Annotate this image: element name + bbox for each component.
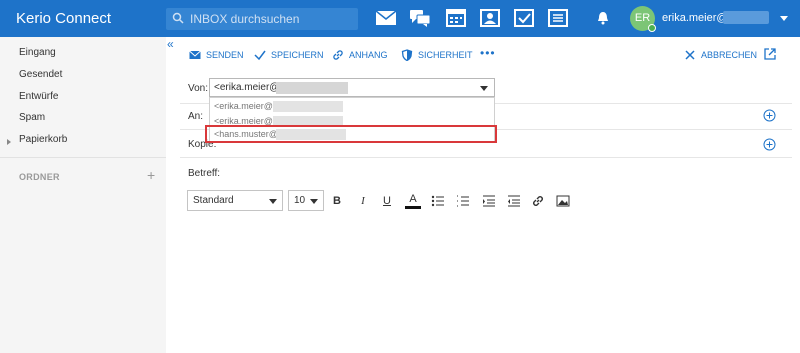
sidebar-item-trash[interactable]: Papierkorb bbox=[19, 134, 67, 145]
notes-icon[interactable] bbox=[547, 8, 569, 28]
add-cc-icon[interactable] bbox=[763, 138, 776, 151]
security-label: SICHERHEIT bbox=[418, 50, 473, 60]
italic-button[interactable]: I bbox=[355, 193, 371, 209]
security-button[interactable]: SICHERHEIT bbox=[401, 48, 473, 62]
selection-highlight bbox=[205, 125, 497, 143]
cancel-label: ABBRECHEN bbox=[701, 50, 758, 60]
underline-button[interactable]: U bbox=[379, 193, 395, 209]
send-button[interactable]: SENDEN bbox=[189, 48, 244, 62]
avatar-initials: ER bbox=[634, 12, 651, 24]
redacted-domain bbox=[723, 11, 769, 24]
link-icon[interactable] bbox=[530, 193, 546, 209]
close-icon bbox=[685, 50, 695, 60]
chat-icon[interactable] bbox=[409, 8, 431, 28]
online-status-dot bbox=[648, 24, 656, 32]
folders-heading: ORDNER bbox=[19, 172, 60, 182]
chevron-down-icon bbox=[269, 199, 277, 204]
font-family-value: Standard bbox=[193, 195, 234, 206]
more-options-button[interactable]: ••• bbox=[480, 46, 496, 60]
sidebar-item-inbox[interactable]: Eingang bbox=[19, 47, 56, 58]
to-label: An: bbox=[188, 111, 204, 122]
message-body-editor[interactable] bbox=[166, 218, 800, 353]
search-box[interactable] bbox=[166, 8, 358, 30]
attach-button[interactable]: ANHANG bbox=[332, 48, 388, 62]
send-label: SENDEN bbox=[206, 50, 244, 60]
chevron-down-icon[interactable] bbox=[480, 86, 488, 91]
redacted-domain bbox=[273, 101, 343, 112]
font-size-select[interactable]: 10 bbox=[288, 190, 324, 211]
subject-label: Betreff: bbox=[188, 168, 221, 179]
image-icon[interactable] bbox=[555, 193, 571, 209]
font-family-select[interactable]: Standard bbox=[187, 190, 283, 211]
font-color-button[interactable]: A bbox=[405, 193, 421, 209]
attach-label: ANHANG bbox=[349, 50, 388, 60]
search-icon bbox=[172, 12, 184, 24]
app-title: Kerio Connect bbox=[16, 10, 112, 27]
send-icon bbox=[189, 50, 201, 59]
popout-icon[interactable] bbox=[764, 48, 776, 60]
from-label: Von: bbox=[188, 83, 209, 94]
sidebar: Eingang Gesendet Entwürfe Spam Papierkor… bbox=[0, 37, 166, 353]
tasks-icon[interactable] bbox=[513, 8, 535, 28]
bold-button[interactable]: B bbox=[329, 193, 345, 209]
sidebar-item-sent[interactable]: Gesendet bbox=[19, 69, 62, 80]
from-select[interactable]: <erika.meier@ bbox=[209, 78, 495, 97]
expand-arrow-icon[interactable] bbox=[7, 139, 11, 145]
save-button[interactable]: SPEICHERN bbox=[254, 48, 324, 62]
mail-icon[interactable] bbox=[375, 8, 397, 28]
font-size-value: 10 bbox=[294, 195, 306, 206]
checkmark-icon bbox=[254, 50, 266, 61]
contacts-icon[interactable] bbox=[479, 8, 501, 28]
user-name[interactable]: erika.meier@ bbox=[662, 12, 728, 24]
calendar-icon[interactable] bbox=[445, 8, 467, 28]
bell-icon[interactable] bbox=[597, 11, 609, 25]
from-value: <erika.meier@ bbox=[214, 82, 280, 93]
add-folder-icon[interactable]: + bbox=[147, 167, 155, 183]
sidebar-item-drafts[interactable]: Entwürfe bbox=[19, 91, 58, 102]
chevron-down-icon[interactable] bbox=[780, 16, 788, 21]
divider bbox=[180, 157, 792, 158]
save-label: SPEICHERN bbox=[271, 50, 324, 60]
avatar[interactable]: ER bbox=[630, 6, 656, 32]
bullet-list-icon[interactable] bbox=[430, 193, 446, 209]
sidebar-item-spam[interactable]: Spam bbox=[19, 112, 45, 123]
search-input[interactable] bbox=[190, 10, 350, 28]
indent-icon[interactable] bbox=[481, 193, 497, 209]
cancel-button[interactable]: ABBRECHEN bbox=[684, 48, 757, 62]
link-icon bbox=[333, 50, 343, 60]
collapse-sidebar-icon[interactable]: « bbox=[167, 37, 174, 51]
redacted-domain bbox=[276, 82, 348, 94]
sidebar-divider bbox=[0, 157, 166, 158]
numbered-list-icon[interactable] bbox=[455, 193, 471, 209]
shield-icon bbox=[401, 49, 413, 61]
from-option[interactable]: <erika.meier@ bbox=[214, 101, 273, 111]
outdent-icon[interactable] bbox=[506, 193, 522, 209]
add-recipient-icon[interactable] bbox=[763, 109, 776, 122]
top-bar: Kerio Connect INBOX durchsuchen ER erika… bbox=[0, 0, 800, 37]
chevron-down-icon bbox=[310, 199, 318, 204]
